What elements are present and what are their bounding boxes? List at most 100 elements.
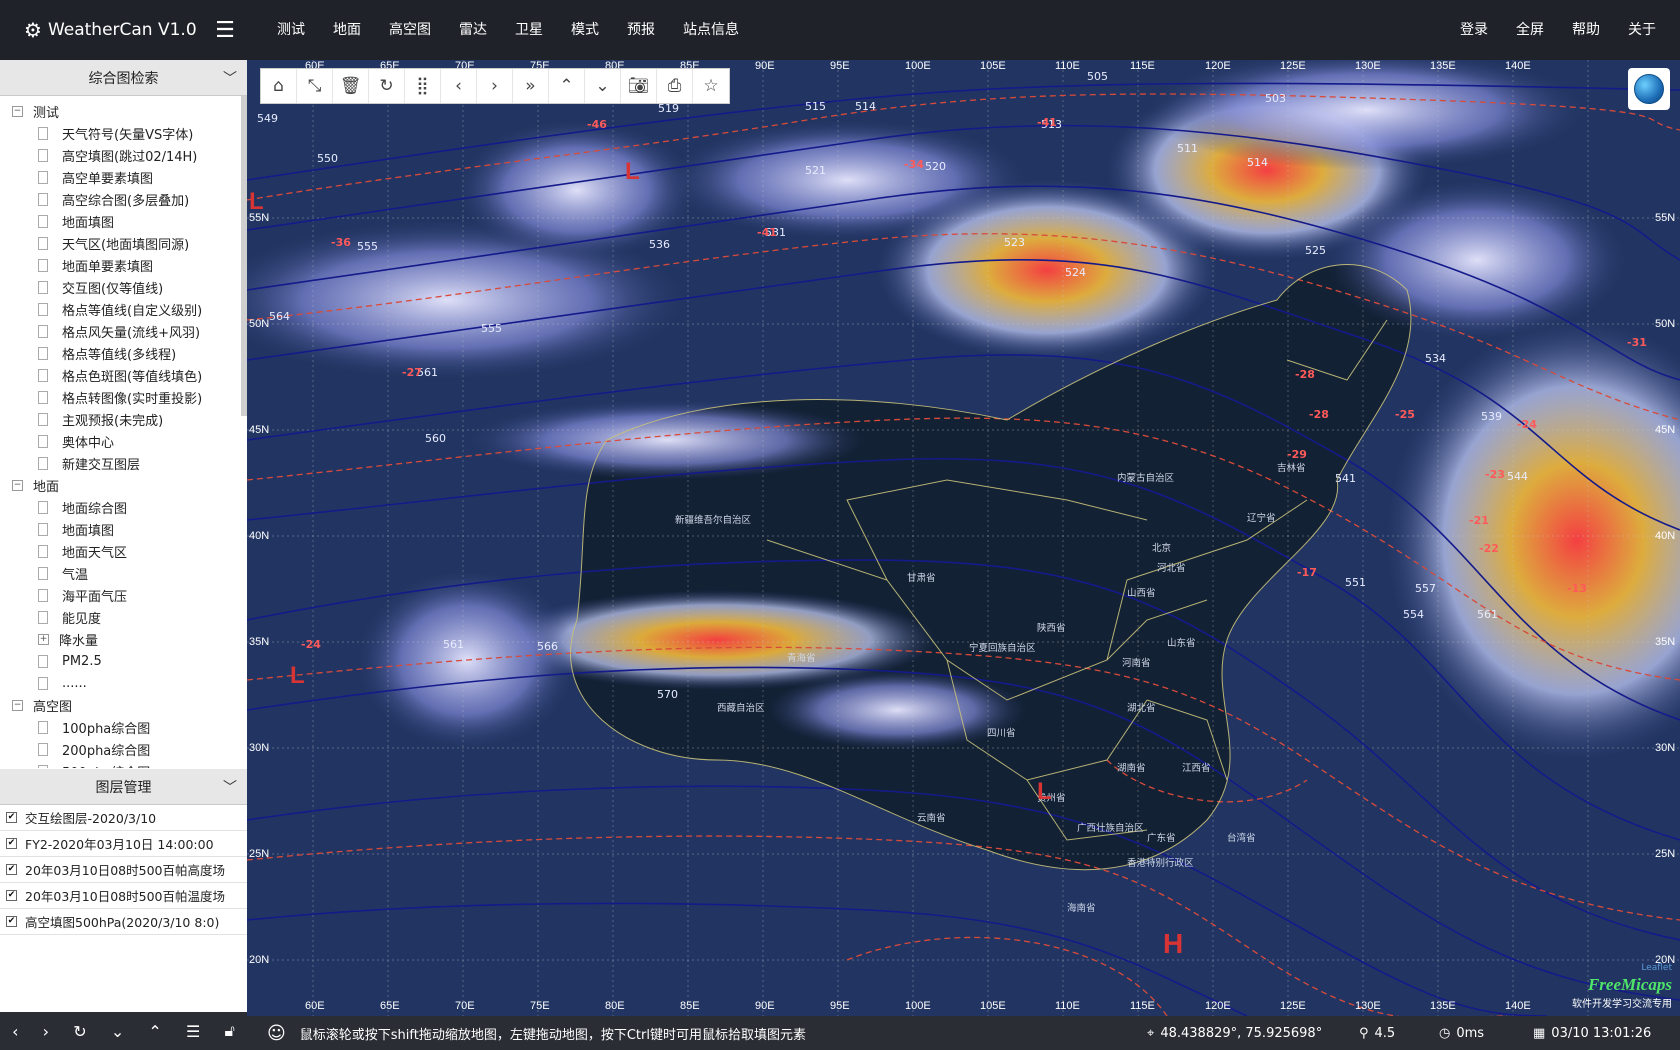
tree-item[interactable]: + 降水量 <box>0 628 247 650</box>
map-toolbar: ⌂ ⤡ 🗑︎ ↻ ⣿ ‹ › » ⌃ ⌄ 📷︎ ⎙ ☆ <box>260 68 730 104</box>
tree-item[interactable]: 能见度 <box>0 606 247 628</box>
expand-icon[interactable]: + <box>38 633 49 645</box>
chevron-down-icon[interactable]: ﹀ <box>223 68 237 88</box>
layer-panel-header[interactable]: 图层管理 ﹀ <box>0 769 247 805</box>
tree-item[interactable]: 地面综合图 <box>0 496 247 518</box>
star-icon[interactable]: ☆ <box>693 69 729 103</box>
chevron-down-icon[interactable]: ⌄ <box>111 1022 124 1041</box>
chevron-up-icon[interactable]: ⌃ <box>148 1022 161 1041</box>
chevron-left-icon[interactable]: ‹ <box>441 69 477 103</box>
tree-label: 格点等值线(多线程) <box>62 347 177 363</box>
tree-item[interactable]: 格点等值线(自定义级别) <box>0 298 247 320</box>
document-icon <box>38 610 48 624</box>
region-label: 四川省 <box>987 728 1016 739</box>
globe-icon[interactable] <box>1628 68 1670 110</box>
layer-row[interactable]: ✔ FY2-2020年03月10日 14:00:00 <box>0 831 247 857</box>
tree-label: 地面 <box>33 479 60 495</box>
tree-item[interactable]: 格点色斑图(等值线填色) <box>0 364 247 386</box>
weather-map[interactable]: 60E 65E 70E 75E 80E 85E 90E 95E 100E 105E 110E 115E… <box>247 60 1680 1016</box>
brand[interactable]: ⚙ WeatherCan V1.0 <box>0 18 205 42</box>
tree-item[interactable]: PM2.5 <box>0 650 247 672</box>
tree-group[interactable]: − 地面 <box>0 474 247 496</box>
brand-logo: Leaflet FreeMicaps 软件开发学习交流专用 <box>1572 963 1672 1010</box>
collapse-icon[interactable]: − <box>12 479 23 491</box>
home-icon[interactable]: ⌂ <box>261 69 297 103</box>
menu-item-model[interactable]: 模式 <box>557 0 613 60</box>
grid-icon[interactable]: ⣿ <box>405 69 441 103</box>
tree-item[interactable]: 200pha综合图 <box>0 738 247 760</box>
longitude-label: 115E <box>1130 1000 1155 1012</box>
tree-item[interactable]: 高空综合图(多层叠加) <box>0 188 247 210</box>
menu-item-test[interactable]: 测试 <box>263 0 319 60</box>
tree-item[interactable]: 高空填图(跳过02/14H) <box>0 144 247 166</box>
tree-group[interactable]: − 测试 <box>0 100 247 122</box>
shrink-icon[interactable]: ⤡ <box>297 69 333 103</box>
help-link[interactable]: 帮助 <box>1558 0 1614 60</box>
tree-item[interactable]: 格点转图像(实时重投影) <box>0 386 247 408</box>
tree-item[interactable]: ...... <box>0 672 247 694</box>
longitude-label: 135E <box>1430 1000 1456 1012</box>
menu-item-upper-air[interactable]: 高空图 <box>375 0 445 60</box>
tree-item[interactable]: 格点风矢量(流线+风羽) <box>0 320 247 342</box>
refresh-icon[interactable]: ↻ <box>369 69 405 103</box>
list-icon[interactable]: ☰ <box>186 1022 200 1041</box>
print-icon[interactable]: ⎙ <box>657 69 693 103</box>
region-label: 湖南省 <box>1117 763 1146 774</box>
tree-item[interactable]: 地面填图 <box>0 518 247 540</box>
tree-item[interactable]: 地面天气区 <box>0 540 247 562</box>
tree-item[interactable]: 奥体中心 <box>0 430 247 452</box>
collapse-icon[interactable]: − <box>12 105 23 117</box>
layer-checkbox[interactable]: ✔ <box>6 812 17 823</box>
attribution-link[interactable]: Leaflet <box>1572 963 1672 973</box>
tree-label: 主观预报(未完成) <box>62 413 164 429</box>
layer-checkbox[interactable]: ✔ <box>6 916 17 927</box>
collapse-icon[interactable]: − <box>12 699 23 711</box>
tree-item[interactable]: 500pha综合图 <box>0 760 247 768</box>
layer-row[interactable]: ✔ 20年03月10日08时500百帕高度场 <box>0 857 247 883</box>
tree-item[interactable]: 100pha综合图 <box>0 716 247 738</box>
tree-label: 气温 <box>62 567 89 583</box>
search-panel-header[interactable]: 综合图检索 ﹀ <box>0 60 247 96</box>
menu-item-surface[interactable]: 地面 <box>319 0 375 60</box>
tree-item[interactable]: 交互图(仅等值线) <box>0 276 247 298</box>
tree-label: 新建交互图层 <box>62 457 141 473</box>
layer-row[interactable]: ✔ 交互绘图层-2020/3/10 <box>0 805 247 831</box>
lock-icon[interactable]: 🔓︎ <box>224 1021 234 1041</box>
tree-group[interactable]: − 高空图 <box>0 694 247 716</box>
layer-row[interactable]: ✔ 高空填图500hPa(2020/3/10 8:0) <box>0 909 247 935</box>
double-chevron-right-icon[interactable]: » <box>513 69 549 103</box>
tree-item[interactable]: 地面单要素填图 <box>0 254 247 276</box>
login-link[interactable]: 登录 <box>1446 0 1502 60</box>
chevron-down-icon[interactable]: ﹀ <box>223 777 237 797</box>
tree-item[interactable]: 天气区(地面填图同源) <box>0 232 247 254</box>
layer-row[interactable]: ✔ 20年03月10日08时500百帕温度场 <box>0 883 247 909</box>
chevron-right-icon[interactable]: › <box>43 1022 49 1041</box>
camera-icon[interactable]: 📷︎ <box>621 69 657 103</box>
layer-checkbox[interactable]: ✔ <box>6 890 17 901</box>
longitude-label: 120E <box>1205 1000 1231 1012</box>
chart-tree: − 测试 天气符号(矢量VS字体) 高空填图(跳过02/14H) 高空单要素填图 高空综合… <box>0 96 247 768</box>
chevron-down-icon[interactable]: ⌄ <box>585 69 621 103</box>
refresh-icon[interactable]: ↻ <box>73 1022 86 1041</box>
chevron-up-icon[interactable]: ⌃ <box>549 69 585 103</box>
tree-item[interactable]: 格点等值线(多线程) <box>0 342 247 364</box>
fullscreen-link[interactable]: 全屏 <box>1502 0 1558 60</box>
menu-item-satellite[interactable]: 卫星 <box>501 0 557 60</box>
menu-item-station-info[interactable]: 站点信息 <box>669 0 753 60</box>
sidebar-toggle-icon[interactable]: ☰ <box>205 18 245 43</box>
tree-item[interactable]: 新建交互图层 <box>0 452 247 474</box>
tree-item[interactable]: 天气符号(矢量VS字体) <box>0 122 247 144</box>
chevron-right-icon[interactable]: › <box>477 69 513 103</box>
tree-item[interactable]: 气温 <box>0 562 247 584</box>
menu-item-forecast[interactable]: 预报 <box>613 0 669 60</box>
tree-item[interactable]: 高空单要素填图 <box>0 166 247 188</box>
trash-icon[interactable]: 🗑︎ <box>333 69 369 103</box>
menu-item-radar[interactable]: 雷达 <box>445 0 501 60</box>
about-link[interactable]: 关于 <box>1614 0 1670 60</box>
tree-item[interactable]: 地面填图 <box>0 210 247 232</box>
layer-checkbox[interactable]: ✔ <box>6 838 17 849</box>
tree-item[interactable]: 海平面气压 <box>0 584 247 606</box>
chevron-left-icon[interactable]: ‹ <box>12 1022 18 1041</box>
tree-item[interactable]: 主观预报(未完成) <box>0 408 247 430</box>
layer-checkbox[interactable]: ✔ <box>6 864 17 875</box>
